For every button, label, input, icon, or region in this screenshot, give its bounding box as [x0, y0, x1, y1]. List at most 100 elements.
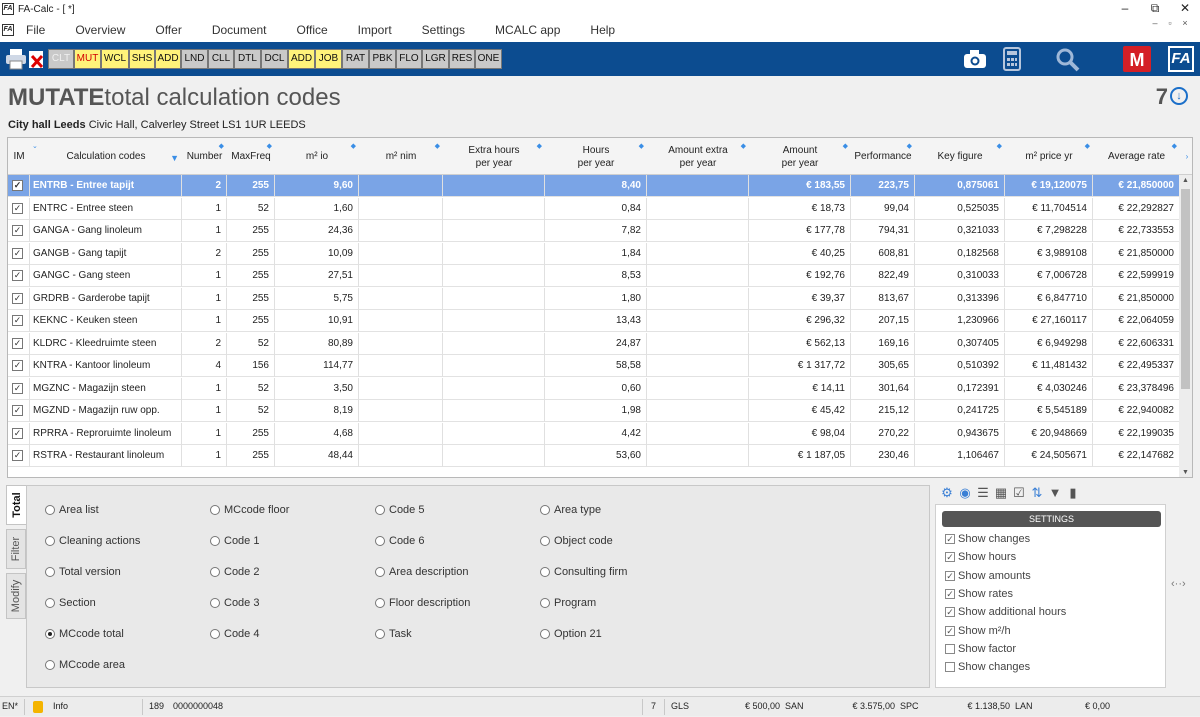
table-row[interactable]: ✓ GANGB - Gang tapijt 2 255 10,09 1,84 € 40,25…	[8, 242, 1180, 265]
menu-office[interactable]: Office	[282, 23, 343, 37]
radio-button[interactable]	[375, 598, 385, 608]
radio-button[interactable]	[45, 660, 55, 670]
setting-show-rates[interactable]: ✓ Show rates	[945, 588, 1013, 600]
row-checkbox[interactable]: ✓	[12, 247, 23, 259]
toolbar-clt-button[interactable]: CLT	[48, 49, 74, 69]
sort-icon[interactable]: ⇅	[1028, 484, 1046, 502]
tab-total[interactable]: Total	[6, 485, 26, 525]
radio-button[interactable]	[540, 567, 550, 577]
row-checkbox[interactable]: ✓	[12, 382, 23, 394]
radio-button[interactable]	[540, 505, 550, 515]
checkbox-icon[interactable]: ☑	[1010, 484, 1028, 502]
option-task[interactable]: Task	[375, 628, 412, 640]
radio-button[interactable]	[45, 598, 55, 608]
vertical-scrollbar[interactable]: ▲ ▼	[1179, 175, 1192, 477]
camera-icon[interactable]	[963, 49, 987, 75]
radio-button[interactable]	[210, 598, 220, 608]
col-key-figure[interactable]: ◆ Key figure	[915, 138, 1005, 175]
scroll-up-icon[interactable]: ▲	[1179, 175, 1192, 187]
toolbar-rat-button[interactable]: RAT	[342, 49, 369, 69]
row-checkbox[interactable]: ✓	[12, 315, 23, 326]
row-checkbox[interactable]: ✓	[12, 270, 23, 281]
menu-import[interactable]: Import	[343, 23, 407, 37]
radio-button[interactable]	[45, 505, 55, 515]
radio-button[interactable]	[45, 567, 55, 577]
radio-button[interactable]	[45, 536, 55, 546]
setting-show-m-h[interactable]: ✓ Show m²/h	[945, 625, 1011, 637]
table-row[interactable]: ✓ KLDRC - Kleedruimte steen 2 52 80,89 24,87 €…	[8, 332, 1180, 355]
col-maxfreq[interactable]: ◆ MaxFreq	[227, 138, 275, 175]
option-mccode-area[interactable]: MCcode area	[45, 659, 125, 671]
minimize-icon[interactable]: –	[1110, 0, 1140, 18]
mdi-close-icon[interactable]: ×	[1178, 18, 1192, 28]
toolbar-lnd-button[interactable]: LND	[181, 49, 208, 69]
table-row[interactable]: ✓ GANGC - Gang steen 1 255 27,51 8,53 € 192,76…	[8, 265, 1180, 287]
resize-horizontal-icon[interactable]: ‹··›	[1171, 578, 1186, 590]
row-checkbox[interactable]: ✓	[12, 292, 23, 304]
table-row[interactable]: ✓ RPRRA - Reproruimte linoleum 1 255 4,68 4,4…	[8, 422, 1180, 445]
option-object-code[interactable]: Object code	[540, 535, 613, 547]
menu-offer[interactable]: Offer	[140, 23, 196, 37]
radio-button[interactable]	[375, 567, 385, 577]
toolbar-res-button[interactable]: RES	[449, 49, 475, 69]
row-checkbox[interactable]: ✓	[12, 450, 23, 461]
setting-show-changes[interactable]: ✓ Show changes	[945, 533, 1030, 545]
toolbar-shs-button[interactable]: SHS	[129, 49, 155, 69]
setting-checkbox[interactable]: ✓	[945, 607, 955, 618]
option-code-2[interactable]: Code 2	[210, 566, 259, 578]
col-number[interactable]: ◆ Number	[182, 138, 227, 175]
setting-show-factor[interactable]: Show factor	[945, 643, 1016, 655]
toolbar-dcl-button[interactable]: DCL	[261, 49, 288, 69]
option-area-description[interactable]: Area description	[375, 566, 469, 578]
toolbar-add-button[interactable]: ADD	[155, 49, 181, 69]
option-cleaning-actions[interactable]: Cleaning actions	[45, 535, 140, 547]
mcalc-logo-icon[interactable]: M	[1123, 46, 1151, 72]
col-amount[interactable]: ◆ Amount per year	[749, 138, 851, 175]
printer-icon[interactable]	[5, 48, 27, 74]
radio-button[interactable]	[540, 629, 550, 639]
toolbar-flo-button[interactable]: FLO	[396, 49, 422, 69]
document-small-icon[interactable]: ▮	[1064, 484, 1082, 502]
fa-logo-icon[interactable]: FA	[1168, 46, 1194, 72]
radio-button[interactable]	[540, 536, 550, 546]
option-code-3[interactable]: Code 3	[210, 597, 259, 609]
col-performance[interactable]: ◆ Performance	[851, 138, 915, 175]
delete-icon[interactable]	[28, 50, 46, 76]
col-amount-extra[interactable]: ◆ Amount extra per year	[647, 138, 749, 175]
table-row[interactable]: ✓ KEKNC - Keuken steen 1 255 10,91 13,43 € 296…	[8, 310, 1180, 332]
scrollbar-thumb[interactable]	[1181, 189, 1190, 389]
row-checkbox[interactable]: ✓	[12, 337, 23, 349]
setting-checkbox[interactable]	[945, 643, 955, 654]
option-mccode-floor[interactable]: MCcode floor	[210, 504, 289, 516]
toolbar-add2-button[interactable]: ADD	[288, 49, 315, 69]
table-row[interactable]: ✓ ENTRC - Entree steen 1 52 1,60 0,84 € 18,73 9…	[8, 197, 1180, 220]
toolbar-job-button[interactable]: JOB	[315, 49, 342, 69]
option-section[interactable]: Section	[45, 597, 96, 609]
radio-button[interactable]	[375, 505, 385, 515]
table-row[interactable]: ✓ GANGA - Gang linoleum 1 255 24,36 7,82 € 177…	[8, 220, 1180, 242]
menu-overview[interactable]: Overview	[60, 23, 140, 37]
row-checkbox[interactable]: ✓	[12, 405, 23, 416]
restore-icon[interactable]: ⧉	[1140, 0, 1170, 18]
setting-checkbox[interactable]: ✓	[945, 534, 955, 544]
option-code-6[interactable]: Code 6	[375, 535, 424, 547]
tab-modify[interactable]: Modify	[6, 573, 26, 619]
scroll-right-icon[interactable]: ›	[1180, 138, 1192, 175]
table-row[interactable]: ✓ RSTRA - Restaurant linoleum 1 255 48,44 53,…	[8, 445, 1180, 467]
radio-button[interactable]	[210, 567, 220, 577]
setting-checkbox[interactable]: ✓	[945, 625, 955, 636]
scroll-down-icon[interactable]: ▼	[1179, 467, 1192, 477]
setting-checkbox[interactable]: ✓	[945, 570, 955, 581]
menu-file[interactable]: File	[14, 23, 60, 37]
mdi-restore-icon[interactable]: ▫	[1163, 18, 1177, 28]
col-calculation-codes[interactable]: Calculation codes ▼	[30, 138, 182, 175]
menu-settings[interactable]: Settings	[407, 23, 480, 37]
option-total-version[interactable]: Total version	[45, 566, 121, 578]
table-row[interactable]: ✓ MGZND - Magazijn ruw opp. 1 52 8,19 1,98 € 4…	[8, 400, 1180, 422]
calendar-icon[interactable]: ▦	[992, 484, 1010, 502]
row-checkbox[interactable]: ✓	[12, 427, 23, 439]
option-area-type[interactable]: Area type	[540, 504, 601, 516]
calculator-icon[interactable]	[1003, 47, 1021, 73]
rows-icon[interactable]: ☰	[974, 484, 992, 502]
col-hours[interactable]: ◆ Hours per year	[545, 138, 647, 175]
